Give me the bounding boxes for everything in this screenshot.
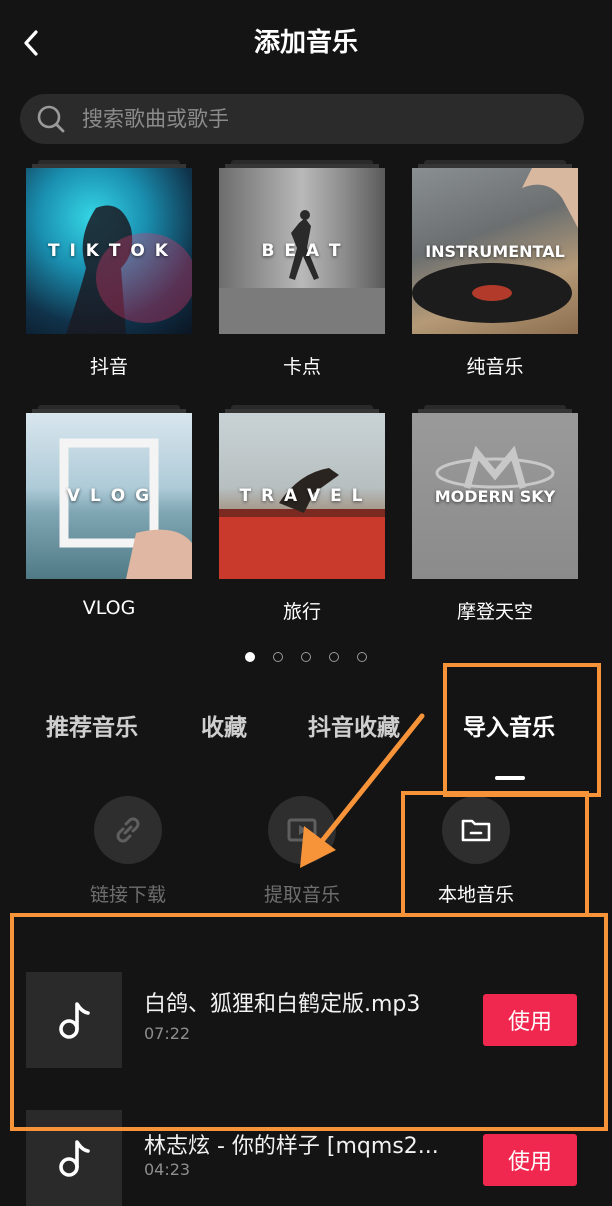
annotation-arrow-icon: [300, 713, 425, 868]
